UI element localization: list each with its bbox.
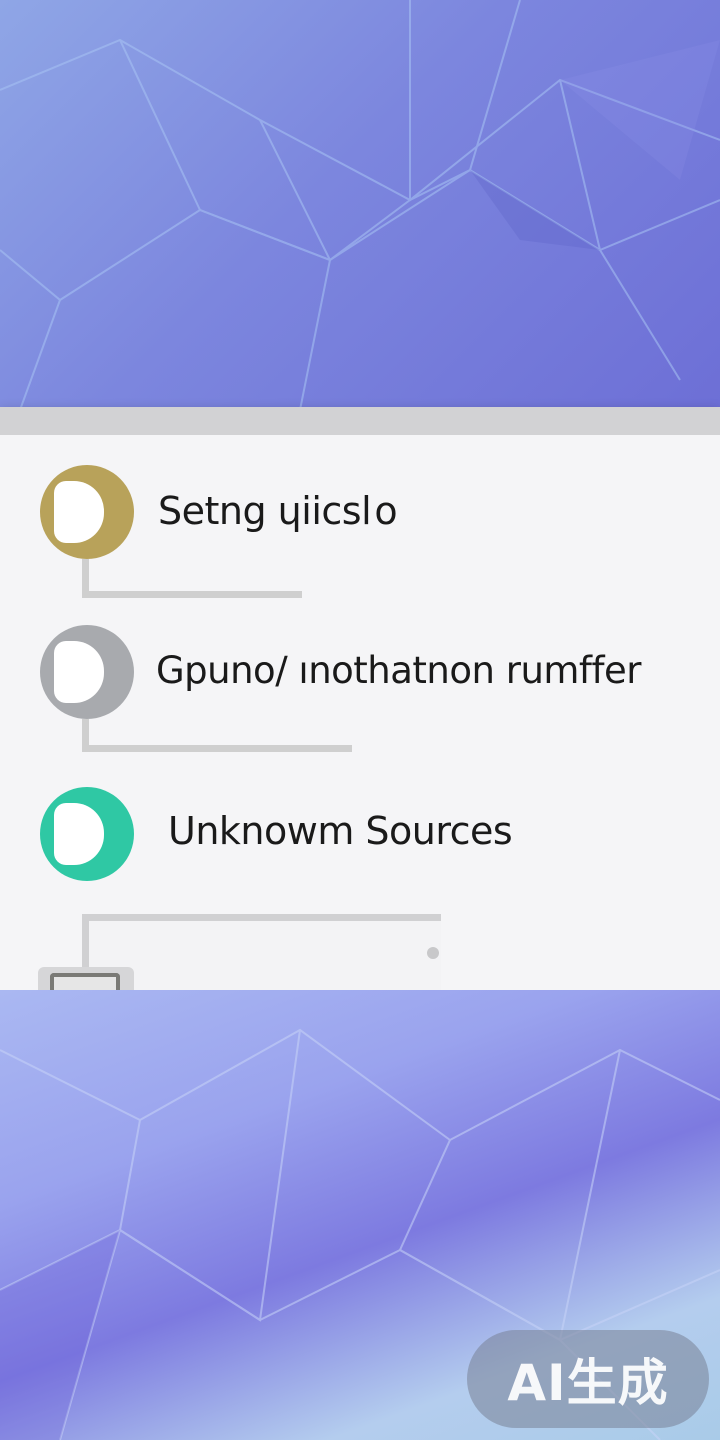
tree-connector (82, 745, 352, 752)
row-placeholder-box (82, 914, 441, 991)
settings-row-label: Gpuno/ ınothatnon rumffer (156, 649, 641, 692)
settings-row-unknown-sources[interactable]: Unknowm Sources (0, 783, 720, 893)
watermark-text: AI生成 (507, 1354, 669, 1412)
circle-icon (40, 625, 134, 719)
settings-row-2[interactable]: Gpuno/ ınothatnon rumffer (0, 619, 720, 729)
overflow-dot-icon[interactable] (427, 947, 439, 959)
settings-row-4[interactable] (82, 914, 441, 991)
ai-generated-badge: AI生成 (467, 1330, 709, 1428)
phone-screen: Setng ɥiicsl o Gpuno/ ınothatnon rumffer… (0, 0, 720, 1440)
settings-row-label: Setng ɥiicsl o (158, 489, 398, 533)
settings-panel: Setng ɥiicsl o Gpuno/ ınothatnon rumffer… (0, 407, 720, 1001)
circle-icon (40, 465, 134, 559)
settings-row-label: Unknowm Sources (168, 809, 513, 853)
settings-row-1[interactable]: Setng ɥiicsl o (0, 459, 720, 569)
wallpaper-top (0, 0, 720, 410)
panel-header-bar (0, 407, 720, 435)
circle-icon (40, 787, 134, 881)
tree-connector (82, 591, 302, 598)
